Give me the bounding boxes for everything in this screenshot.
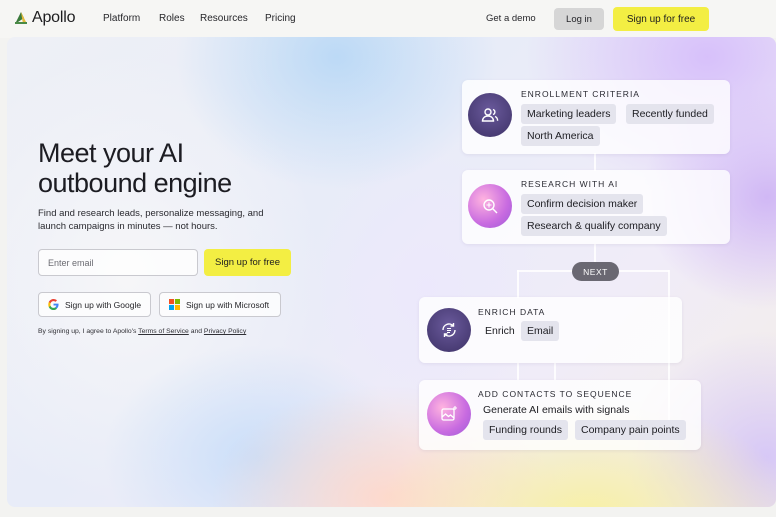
terms-of-service-link[interactable]: Terms of Service	[138, 328, 189, 335]
email-field[interactable]	[38, 249, 198, 276]
enrich-label: Enrich	[485, 325, 515, 337]
people-icon	[468, 93, 512, 137]
nav-signup-button[interactable]: Sign up for free	[613, 7, 709, 31]
hero-headline: Meet your AI outbound engine	[38, 138, 232, 198]
hero-signup-button[interactable]: Sign up for free	[204, 249, 291, 276]
enrollment-criteria-card: ENROLLMENT CRITERIA Marketing leaders Re…	[462, 80, 730, 154]
microsoft-icon	[169, 299, 180, 310]
research-chip: Research & qualify company	[521, 216, 667, 236]
terms-prefix: By signing up, I agree to Apollo's	[38, 328, 137, 335]
logo-text: Apollo	[32, 9, 76, 26]
nav-link-roles[interactable]: Roles	[159, 13, 185, 24]
sequence-title: ADD CONTACTS TO SEQUENCE	[478, 389, 633, 399]
connector-line	[554, 363, 556, 380]
next-step-badge: NEXT	[572, 262, 619, 281]
apollo-logo-icon	[15, 12, 27, 24]
criteria-chip: Marketing leaders	[521, 104, 617, 124]
criteria-chip: Recently funded	[626, 104, 714, 124]
sparkle-search-icon	[468, 184, 512, 228]
microsoft-signup-label: Sign up with Microsoft	[186, 299, 270, 310]
headline-line-2: outbound engine	[38, 168, 232, 198]
login-button[interactable]: Log in	[554, 8, 604, 30]
criteria-chip: North America	[521, 126, 600, 146]
research-ai-title: RESEARCH WITH AI	[521, 179, 619, 189]
terms-and: and	[190, 328, 203, 335]
connector-line	[517, 270, 519, 298]
enrollment-criteria-title: ENROLLMENT CRITERIA	[521, 89, 640, 99]
sequence-card: ADD CONTACTS TO SEQUENCE Generate AI ema…	[419, 380, 701, 450]
connector-line	[517, 363, 519, 380]
signal-chip: Company pain points	[575, 420, 686, 440]
google-signup-button[interactable]: Sign up with Google	[38, 292, 151, 317]
privacy-policy-link[interactable]: Privacy Policy	[204, 328, 246, 335]
top-nav: Apollo Platform Roles Resources Pricing …	[0, 0, 776, 38]
apollo-logo[interactable]: Apollo	[14, 9, 75, 27]
terms-notice: By signing up, I agree to Apollo's Terms…	[38, 328, 246, 335]
enrich-data-card: ENRICH DATA Enrich Email	[419, 297, 682, 363]
sequence-label: Generate AI emails with signals	[483, 404, 630, 416]
hero-subtext: Find and research leads, personalize mes…	[38, 208, 264, 232]
connector-line	[594, 153, 596, 171]
get-demo-link[interactable]: Get a demo	[486, 13, 536, 24]
enrich-data-title: ENRICH DATA	[478, 307, 546, 317]
nav-link-resources[interactable]: Resources	[200, 13, 248, 24]
google-icon	[48, 299, 59, 310]
refresh-list-icon	[427, 308, 471, 352]
ai-image-icon	[427, 392, 471, 436]
nav-link-platform[interactable]: Platform	[103, 13, 140, 24]
nav-link-pricing[interactable]: Pricing	[265, 13, 296, 24]
headline-line-1: Meet your AI	[38, 138, 184, 168]
microsoft-signup-button[interactable]: Sign up with Microsoft	[159, 292, 281, 317]
research-chip: Confirm decision maker	[521, 194, 644, 214]
signal-chip: Funding rounds	[483, 420, 568, 440]
enrich-chip: Email	[521, 321, 560, 341]
research-ai-card: RESEARCH WITH AI Confirm decision maker …	[462, 170, 730, 244]
google-signup-label: Sign up with Google	[65, 299, 142, 310]
